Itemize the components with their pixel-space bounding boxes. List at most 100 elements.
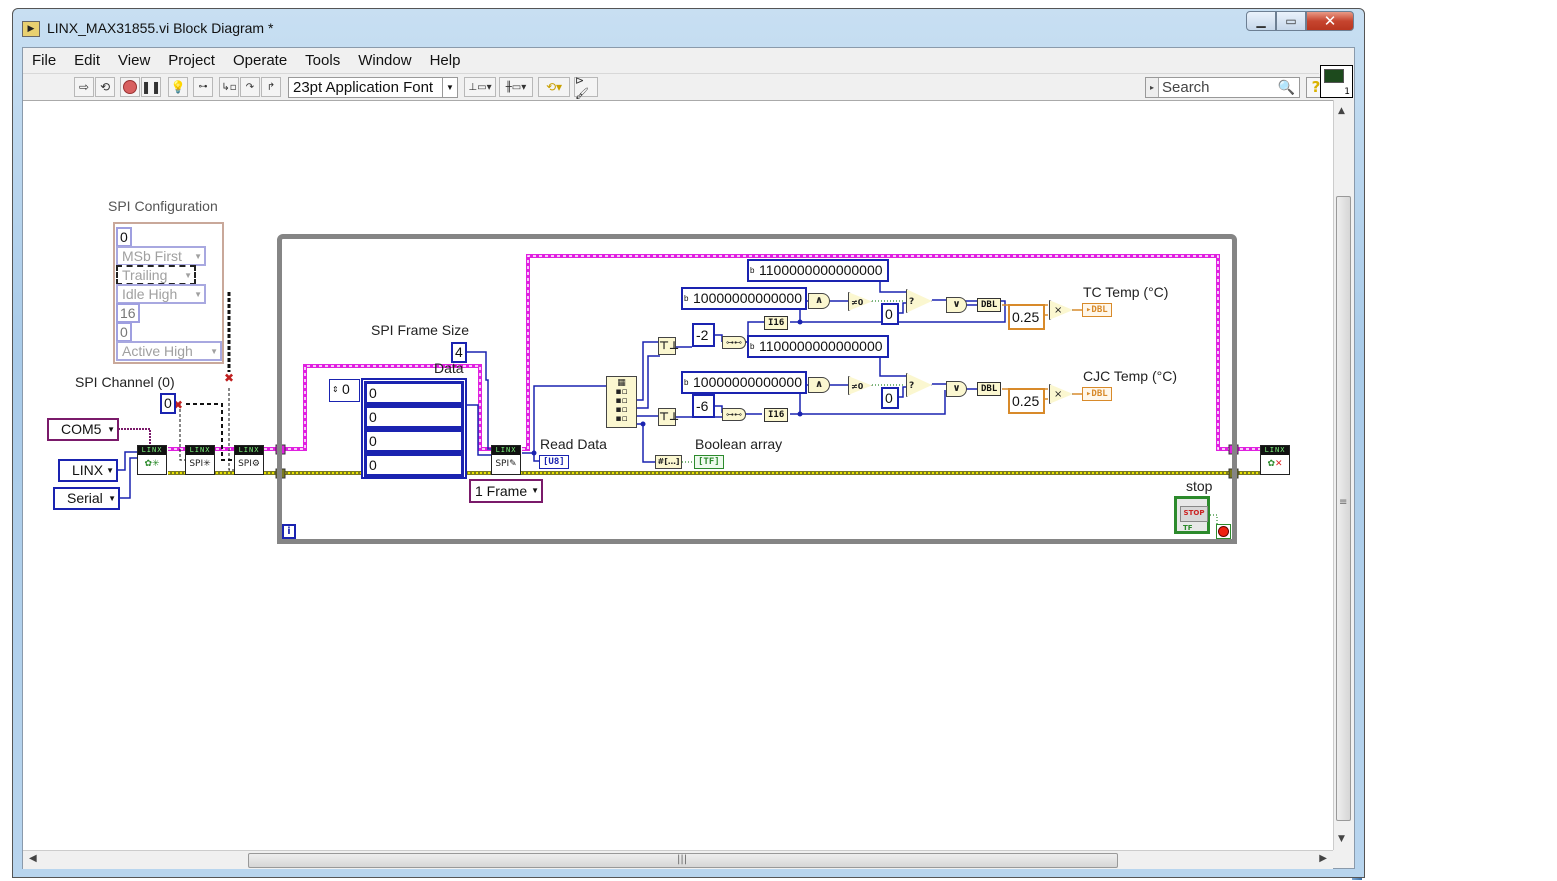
- boolean-array-label: Boolean array: [695, 436, 783, 452]
- spi-frame-size-label: SPI Frame Size: [371, 322, 470, 338]
- clock-edge-value: Trailing: [122, 267, 168, 283]
- loop-condition-terminal[interactable]: [1216, 524, 1231, 539]
- spi-config-field[interactable]: 0: [116, 227, 132, 247]
- scale-constant-tc[interactable]: 0.25: [1008, 304, 1045, 330]
- linx-header: LINX: [235, 446, 263, 455]
- stop-button-face: STOP: [1180, 506, 1208, 522]
- spi-config-bit-order[interactable]: MSb First ▼: [116, 246, 206, 266]
- zero-constant-upper[interactable]: 0: [881, 303, 899, 325]
- mask-value: 10000000000000: [693, 290, 803, 306]
- linx-device-type-constant[interactable]: LINX ▼: [58, 459, 118, 482]
- logical-shift-node[interactable]: ⊶⊷: [722, 336, 746, 349]
- linx-open-icon: ✿✳: [144, 459, 160, 469]
- read-data-type: U8: [548, 457, 560, 467]
- spi-config-clock-polarity[interactable]: Idle High ▼: [116, 284, 206, 304]
- linx-close-node[interactable]: LINX ✿✕: [1260, 445, 1290, 475]
- read-data-label: Read Data: [540, 436, 607, 452]
- linx-header: LINX: [138, 446, 166, 455]
- clock-polarity-value: Idle High: [122, 286, 178, 302]
- sign-mask-constant-lower[interactable]: b 1100000000000000: [747, 335, 889, 358]
- stop-label: stop: [1186, 478, 1213, 494]
- boolean-array-indicator[interactable]: [TF]: [694, 455, 724, 469]
- mask-value: 10000000000000: [693, 374, 803, 390]
- spi-config-field[interactable]: 16: [116, 303, 140, 323]
- cast-type-label: I16: [768, 318, 785, 328]
- number-to-boolean-array-node[interactable]: #[…]: [655, 455, 682, 469]
- shift-constant-upper[interactable]: -2: [692, 323, 715, 347]
- index-array-node[interactable]: ▦ ▪▫ ▪▫ ▪▫ ▪▫: [606, 376, 637, 428]
- read-data-indicator[interactable]: [U8]: [539, 455, 569, 469]
- com-port-value: COM5: [61, 421, 102, 437]
- sign-mask-constant-upper[interactable]: b 1100000000000000: [747, 259, 889, 282]
- num-to-bool-array-icon: #[…]: [657, 457, 680, 466]
- and-mask-constant-upper[interactable]: b 10000000000000: [681, 287, 807, 310]
- spi-write-read-node[interactable]: LINX SPI✎: [491, 445, 521, 475]
- spi-config-field[interactable]: 0: [116, 322, 132, 342]
- frame-mode-constant[interactable]: 1 Frame ▼: [469, 479, 543, 503]
- data-array-element[interactable]: 0: [364, 381, 464, 405]
- linx-open-node[interactable]: LINX ✿✳: [137, 445, 167, 475]
- chevron-down-icon: ▼: [107, 425, 115, 434]
- shift-icon: ⊶⊷: [726, 410, 742, 419]
- join-numbers-node[interactable]: ⊤⊥: [658, 337, 680, 355]
- data-array-element[interactable]: 0: [364, 453, 464, 477]
- to-dbl-node-upper[interactable]: DBL: [977, 298, 1002, 312]
- mask-value: 1100000000000000: [759, 338, 883, 354]
- to-dbl-node-lower[interactable]: DBL: [977, 382, 1002, 396]
- and-node-lower[interactable]: ∧: [808, 377, 830, 393]
- data-array-element[interactable]: 0: [364, 429, 464, 453]
- index-increment-icon[interactable]: ⇕: [332, 380, 339, 399]
- cjc-temp-indicator[interactable]: ▸DBL: [1082, 387, 1112, 401]
- iteration-terminal[interactable]: i: [282, 524, 296, 539]
- chevron-down-icon: ▼: [184, 271, 192, 280]
- visa-resource-constant[interactable]: COM5 ▼: [47, 418, 119, 441]
- and-node-upper[interactable]: ∧: [808, 293, 830, 309]
- zero-constant-lower[interactable]: 0: [881, 387, 899, 409]
- binary-radix-icon: b: [684, 294, 689, 303]
- logical-shift-node[interactable]: ⊶⊷: [722, 408, 746, 421]
- array-index-value: 0: [342, 381, 350, 397]
- spi-set-config-node[interactable]: LINX SPI⚙: [234, 445, 264, 475]
- chevron-down-icon: ▼: [210, 347, 218, 356]
- spi-config-cs-logic[interactable]: Active High ▼: [116, 341, 222, 361]
- broken-wire-icon: ✖: [224, 371, 234, 385]
- spi-write-read-icon: SPI✎: [495, 459, 517, 469]
- spi-open-icon: SPI✳: [189, 459, 211, 469]
- shift-constant-lower[interactable]: -6: [692, 394, 715, 418]
- join-numbers-icon: ⊤⊥: [659, 339, 680, 352]
- chevron-down-icon: ▼: [194, 290, 202, 299]
- linx-header: LINX: [492, 446, 520, 455]
- stop-button-terminal[interactable]: STOP TF: [1174, 496, 1210, 534]
- spi-channel-constant[interactable]: 0: [160, 393, 176, 414]
- tc-temp-type: DBL: [1091, 305, 1108, 315]
- spi-config-icon: SPI⚙: [238, 459, 260, 469]
- join-numbers-node[interactable]: ⊤⊥: [658, 408, 680, 426]
- diagram-layer: ✖ ✖ i SPI Configuration 0 MSb First ▼ Tra…: [0, 0, 1557, 881]
- boolean-array-type: TF: [703, 457, 715, 467]
- array-index-display[interactable]: ⇕ 0: [329, 379, 360, 402]
- cjc-temp-type: DBL: [1091, 389, 1108, 399]
- and-mask-constant-lower[interactable]: b 10000000000000: [681, 371, 807, 394]
- linx-header: LINX: [186, 446, 214, 455]
- binary-radix-icon: b: [684, 378, 689, 387]
- tc-temp-indicator[interactable]: ▸DBL: [1082, 303, 1112, 317]
- to-i16-node[interactable]: I16: [764, 408, 789, 422]
- spi-channel-label: SPI Channel (0): [75, 374, 175, 390]
- binary-radix-icon: b: [750, 342, 755, 351]
- binary-radix-icon: b: [750, 266, 755, 275]
- cjc-temp-label: CJC Temp (°C): [1083, 368, 1178, 384]
- chevron-down-icon: ▼: [531, 486, 539, 495]
- connection-type-constant[interactable]: Serial ▼: [53, 487, 120, 510]
- or-node-upper[interactable]: ∨: [946, 297, 967, 313]
- chevron-down-icon: ▼: [106, 466, 114, 475]
- spi-config-clock-edge[interactable]: Trailing ▼: [116, 265, 196, 285]
- cs-logic-value: Active High: [122, 343, 193, 359]
- spi-open-node[interactable]: LINX SPI✳: [185, 445, 215, 475]
- join-numbers-icon: ⊤⊥: [659, 410, 680, 423]
- or-node-lower[interactable]: ∨: [946, 381, 967, 397]
- scale-constant-cjc[interactable]: 0.25: [1008, 388, 1045, 414]
- to-i16-node[interactable]: I16: [764, 316, 789, 330]
- data-array-element[interactable]: 0: [364, 405, 464, 429]
- chevron-down-icon: ▼: [194, 252, 202, 261]
- device-type-value: LINX: [72, 462, 104, 478]
